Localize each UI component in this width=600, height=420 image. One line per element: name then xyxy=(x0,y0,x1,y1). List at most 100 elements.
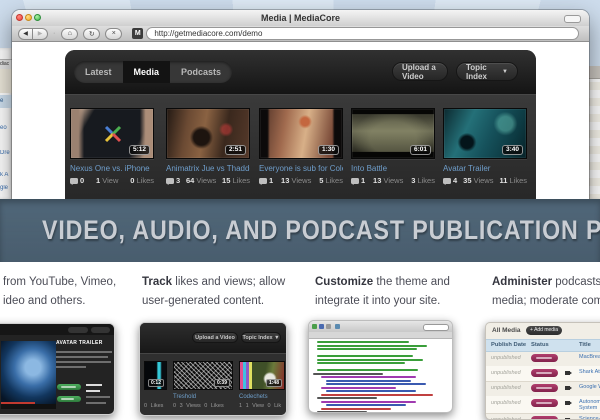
video-thumbnail[interactable]: 5:12 xyxy=(70,108,154,159)
browser-window: Media | MediaCore ◀ ▶ · ⌂ ↻ × M http://g… xyxy=(12,10,589,202)
video-thumbnail[interactable]: 2:51 xyxy=(166,108,250,159)
site-favicon: M xyxy=(132,28,144,39)
background-link: Dre xyxy=(0,150,10,156)
toolbar-separator: · xyxy=(53,30,56,37)
video-title-link[interactable]: Avatar Trailer xyxy=(443,164,527,173)
upload-video-button[interactable]: Upload a Video xyxy=(392,62,448,81)
nav-buttons: ◀ ▶ xyxy=(18,27,48,40)
screenshot-track: Upload a Video Topic Index ▼ 0:12 0:39 1… xyxy=(139,322,287,416)
mini-green-button xyxy=(57,396,81,402)
mini-player-controls xyxy=(1,404,56,409)
mini-video-title: Treshold xyxy=(173,394,197,400)
add-media-button: + Add media xyxy=(526,326,562,335)
video-carousel: 5:12 Nexus One vs. iPhone 0 1 View 0 Lik… xyxy=(65,94,536,202)
mini-green-button xyxy=(57,384,81,390)
editor-icon xyxy=(319,324,324,329)
background-link: gle xyxy=(0,185,9,191)
editor-tabstrip xyxy=(309,332,452,339)
video-card: 1:30 Everyone is sub for Colette. 1 13 V… xyxy=(259,108,343,186)
headline-text: VIDEO, AUDIO, AND PODCAST PUBLICATION PL… xyxy=(42,215,600,245)
video-card: 6:01 Into Battle 1 13 Views 3 Likes xyxy=(351,108,435,186)
feature-text-administer: Administer podcasts a media; moderate co… xyxy=(492,276,600,307)
duration-badge: 1:30 xyxy=(317,145,339,155)
chevron-down-icon: ▼ xyxy=(502,68,508,75)
comment-icon xyxy=(259,178,267,186)
mini-header xyxy=(0,324,114,335)
camera-icon xyxy=(565,401,572,405)
background-window-left: diac e eo Dre k A gle xyxy=(0,48,13,199)
editor-icon xyxy=(312,324,317,329)
reload-button[interactable]: ↻ xyxy=(83,27,101,40)
tab-latest[interactable]: Latest xyxy=(74,61,123,83)
video-stats: 1 13 Views 5 Likes xyxy=(259,176,343,186)
video-thumbnail[interactable]: 1:30 xyxy=(259,108,343,159)
feature-text-customize: Customize the theme and integrate it int… xyxy=(315,276,450,307)
video-title-link[interactable]: Into Battle xyxy=(351,164,435,173)
forward-button[interactable]: ▶ xyxy=(33,27,48,40)
mini-thumbnail: 1:48 xyxy=(239,361,285,390)
video-card: 2:51 Animatrix Jue vs Thaddeus 3 64 View… xyxy=(166,108,250,186)
mini-topic-button: Topic Index ▼ xyxy=(241,332,281,343)
camera-icon xyxy=(565,386,572,390)
background-link: k A xyxy=(0,172,9,178)
admin-titlebar: All Media + Add media xyxy=(486,323,600,338)
video-title-link[interactable]: Animatrix Jue vs Thaddeus xyxy=(166,164,250,173)
status-badge xyxy=(531,369,558,377)
mini-thumbnail: 0:39 xyxy=(173,361,233,390)
desktop: diac e eo Dre k A gle Media | MediaCore … xyxy=(0,0,600,420)
editor-search-box xyxy=(423,324,449,331)
background-selected-row: e xyxy=(0,95,12,108)
video-thumbnail[interactable]: 3:40 xyxy=(443,108,527,159)
comment-icon xyxy=(166,178,174,186)
comment-icon xyxy=(351,178,359,186)
background-link: eo xyxy=(0,125,7,131)
screenshot-video-page: AVATAR TRAILER xyxy=(0,323,115,415)
back-button[interactable]: ◀ xyxy=(18,27,33,40)
video-title-link[interactable]: Everyone is sub for Colette. xyxy=(259,164,343,173)
video-stats: 4 35 Views 11 Likes xyxy=(443,176,527,186)
tab-media[interactable]: Media xyxy=(122,61,171,83)
table-row: unpublished Autonomou System xyxy=(486,396,600,414)
mini-video-title: Codechets xyxy=(239,394,268,400)
headline-banner: VIDEO, AUDIO, AND PODCAST PUBLICATION PL… xyxy=(0,199,600,263)
mini-tabbar: Upload a Video Topic Index ▼ xyxy=(140,323,286,353)
home-button[interactable]: ⌂ xyxy=(61,27,79,40)
status-badge xyxy=(531,416,558,419)
comment-icon xyxy=(443,178,451,186)
duration-badge: 5:12 xyxy=(128,145,150,155)
nexus-x-logo xyxy=(104,125,122,143)
mini-video-player xyxy=(1,341,56,404)
tab-podcasts[interactable]: Podcasts xyxy=(170,61,232,83)
status-badge xyxy=(531,399,558,407)
table-row: unpublished Google Wa xyxy=(486,381,600,397)
background-panel xyxy=(0,69,12,93)
address-bar[interactable]: http://getmediacore.com/demo xyxy=(146,27,579,40)
screenshot-code-editor xyxy=(308,320,453,413)
code-lines xyxy=(313,341,433,412)
video-card: 3:40 Avatar Trailer 4 35 Views 11 Likes xyxy=(443,108,527,186)
video-stats: 0 1 View 0 Likes xyxy=(70,176,154,186)
video-thumbnail[interactable]: 6:01 xyxy=(351,108,435,159)
mini-video-title: AVATAR TRAILER xyxy=(56,340,103,346)
background-window-right xyxy=(589,66,600,199)
mini-button xyxy=(68,327,88,333)
browser-toolbar: ◀ ▶ · ⌂ ↻ × M http://getmediacore.com/de… xyxy=(12,26,589,42)
video-title-link[interactable]: Nexus One vs. iPhone xyxy=(70,164,154,173)
feature-text-embed: from YouTube, Vimeo, ideo and others. xyxy=(3,276,117,307)
media-panel: Latest Media Podcasts Upload a Video Top… xyxy=(65,50,536,202)
media-panel-tabbar: Latest Media Podcasts Upload a Video Top… xyxy=(65,50,536,94)
video-stats: 3 64 Views 15 Likes xyxy=(166,176,250,186)
window-titlebar[interactable]: Media | MediaCore xyxy=(12,10,589,27)
screenshot-admin-table: All Media + Add media Publish Date Statu… xyxy=(485,322,600,420)
table-row: unpublished Science-Fic xyxy=(486,413,600,419)
table-row: unpublished MacBreak xyxy=(486,351,600,367)
editor-icon xyxy=(326,324,331,329)
toolbar-toggle-button[interactable] xyxy=(564,15,581,23)
stop-button[interactable]: × xyxy=(105,27,123,40)
admin-title: All Media xyxy=(492,327,521,334)
media-tabs: Latest Media Podcasts xyxy=(74,61,233,83)
video-stats: 1 13 Views 3 Likes xyxy=(351,176,435,186)
mini-button xyxy=(91,327,110,333)
topic-index-button[interactable]: Topic Index ▼ xyxy=(456,62,518,81)
editor-icon xyxy=(335,324,340,329)
